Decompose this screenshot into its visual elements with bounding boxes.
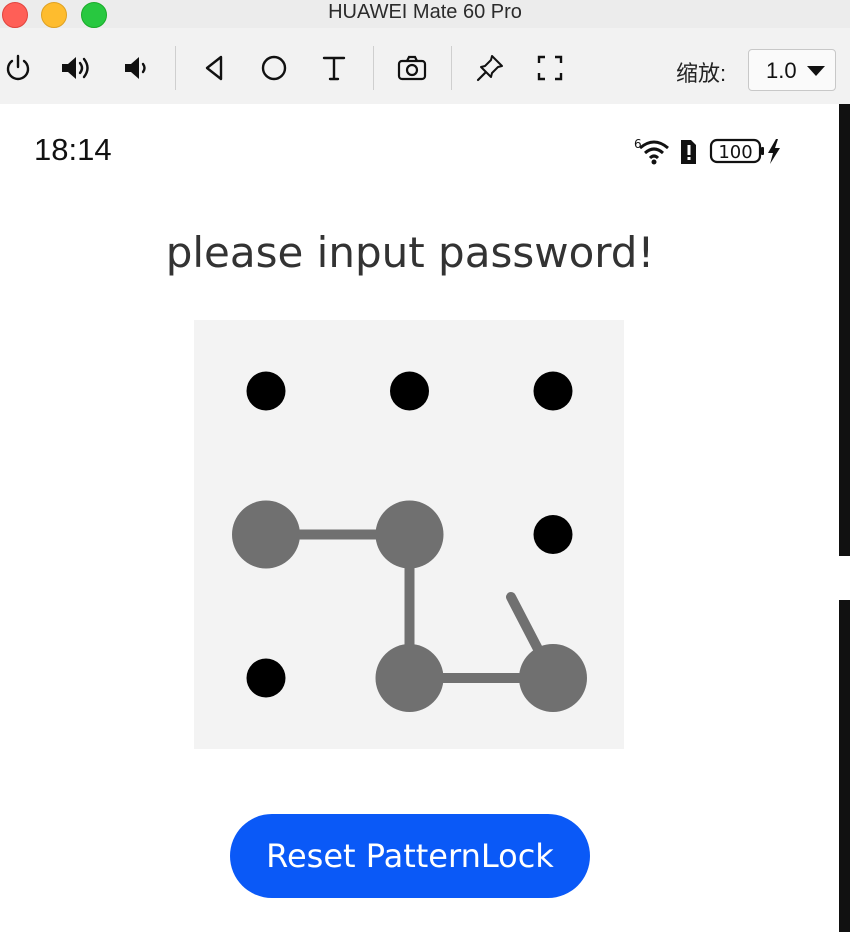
wifi-signal-badge: 6 [634, 137, 642, 151]
battery-level: 100 [718, 142, 752, 163]
volume-up-icon[interactable] [58, 50, 94, 86]
password-prompt: please input password! [165, 228, 655, 277]
toolbar-divider [373, 46, 374, 90]
phone-screen: 18:14 6 100 please input password! Reset… [0, 104, 839, 932]
window-titlebar: HUAWEI Mate 60 Pro [0, 0, 850, 28]
toolbar-divider [175, 46, 176, 90]
wifi-icon: 6 [634, 137, 669, 165]
toolbar-divider [451, 46, 452, 90]
pattern-lock[interactable] [194, 320, 624, 749]
window-edge-gap [839, 556, 850, 600]
home-icon[interactable] [256, 50, 292, 86]
pattern-dot[interactable] [533, 515, 573, 554]
chevron-down-icon [807, 66, 825, 76]
volume-down-icon[interactable] [118, 50, 154, 86]
reset-patternlock-button[interactable]: Reset PatternLock [230, 814, 590, 898]
status-time: 18:14 [34, 132, 112, 167]
pattern-dot[interactable] [246, 371, 286, 411]
power-icon[interactable] [0, 50, 36, 86]
zoom-label: 缩放: [676, 61, 727, 86]
status-icons: 6 100 [634, 136, 784, 166]
pattern-dot[interactable] [375, 500, 444, 569]
back-icon[interactable] [196, 50, 232, 86]
fullscreen-icon[interactable] [532, 50, 568, 86]
pattern-dot[interactable] [533, 371, 573, 411]
pattern-dot[interactable] [375, 644, 444, 712]
sim-alert-icon [681, 140, 696, 164]
window-edge [839, 104, 850, 932]
emulator-toolbar: 缩放: 1.0 [0, 28, 850, 104]
zoom-value: 1.0 [766, 58, 797, 83]
pattern-dot[interactable] [519, 644, 587, 712]
charging-icon [768, 139, 780, 164]
pin-icon[interactable] [472, 50, 508, 86]
camera-icon[interactable] [394, 50, 430, 86]
zoom-select[interactable]: 1.0 [748, 49, 836, 91]
pattern-dot[interactable] [390, 371, 429, 411]
window-title: HUAWEI Mate 60 Pro [328, 1, 522, 23]
text-icon[interactable] [316, 50, 352, 86]
pattern-dot[interactable] [232, 500, 300, 569]
battery-icon: 100 [709, 138, 764, 164]
pattern-dot[interactable] [246, 658, 286, 698]
